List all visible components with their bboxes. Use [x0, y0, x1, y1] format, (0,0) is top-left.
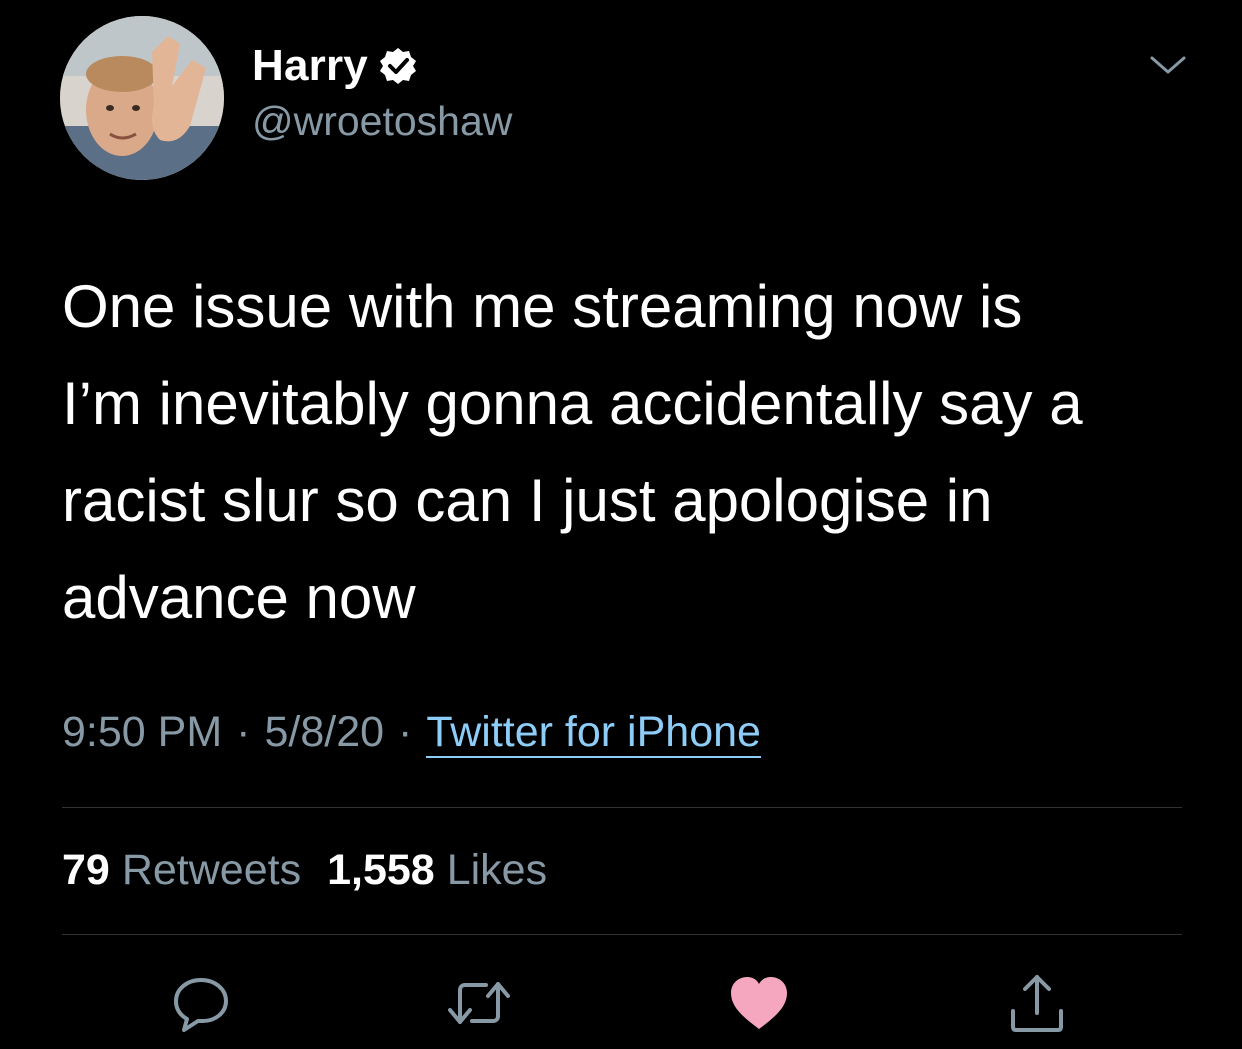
user-handle[interactable]: @wroetoshaw: [252, 98, 512, 145]
avatar[interactable]: [60, 16, 224, 180]
meta-separator: ·: [398, 708, 413, 756]
display-name[interactable]: Harry: [252, 41, 368, 91]
heart-icon: [731, 977, 787, 1029]
tweet-date: 5/8/20: [264, 708, 385, 756]
chevron-down-icon[interactable]: [1148, 50, 1188, 80]
like-button[interactable]: [726, 970, 792, 1036]
retweets-count: 79: [62, 846, 110, 894]
share-button[interactable]: [1004, 970, 1070, 1036]
share-icon: [1011, 975, 1063, 1032]
retweet-button[interactable]: [446, 970, 512, 1036]
tweet-meta: 9:50 PM · 5/8/20 · Twitter for iPhone: [62, 708, 761, 758]
likes-label: Likes: [446, 846, 548, 894]
reply-icon: [174, 978, 228, 1032]
divider: [62, 934, 1182, 935]
meta-separator: ·: [236, 708, 251, 756]
divider: [62, 807, 1182, 808]
retweets-stat[interactable]: 79 Retweets: [62, 846, 301, 894]
retweet-icon: [448, 982, 510, 1024]
tweet-stats: 79 Retweets 1,558 Likes: [62, 846, 547, 895]
retweets-label: Retweets: [121, 846, 302, 894]
verified-badge-icon: [379, 48, 416, 84]
tweet-time: 9:50 PM: [62, 708, 223, 756]
likes-stat[interactable]: 1,558 Likes: [327, 846, 547, 894]
user-name-row[interactable]: Harry: [252, 38, 418, 94]
tweet-text: One issue with me streaming now is I’m i…: [62, 273, 1083, 631]
likes-count: 1,558: [327, 846, 435, 894]
reply-button[interactable]: [168, 970, 234, 1036]
tweet-source-link[interactable]: Twitter for iPhone: [426, 708, 761, 758]
